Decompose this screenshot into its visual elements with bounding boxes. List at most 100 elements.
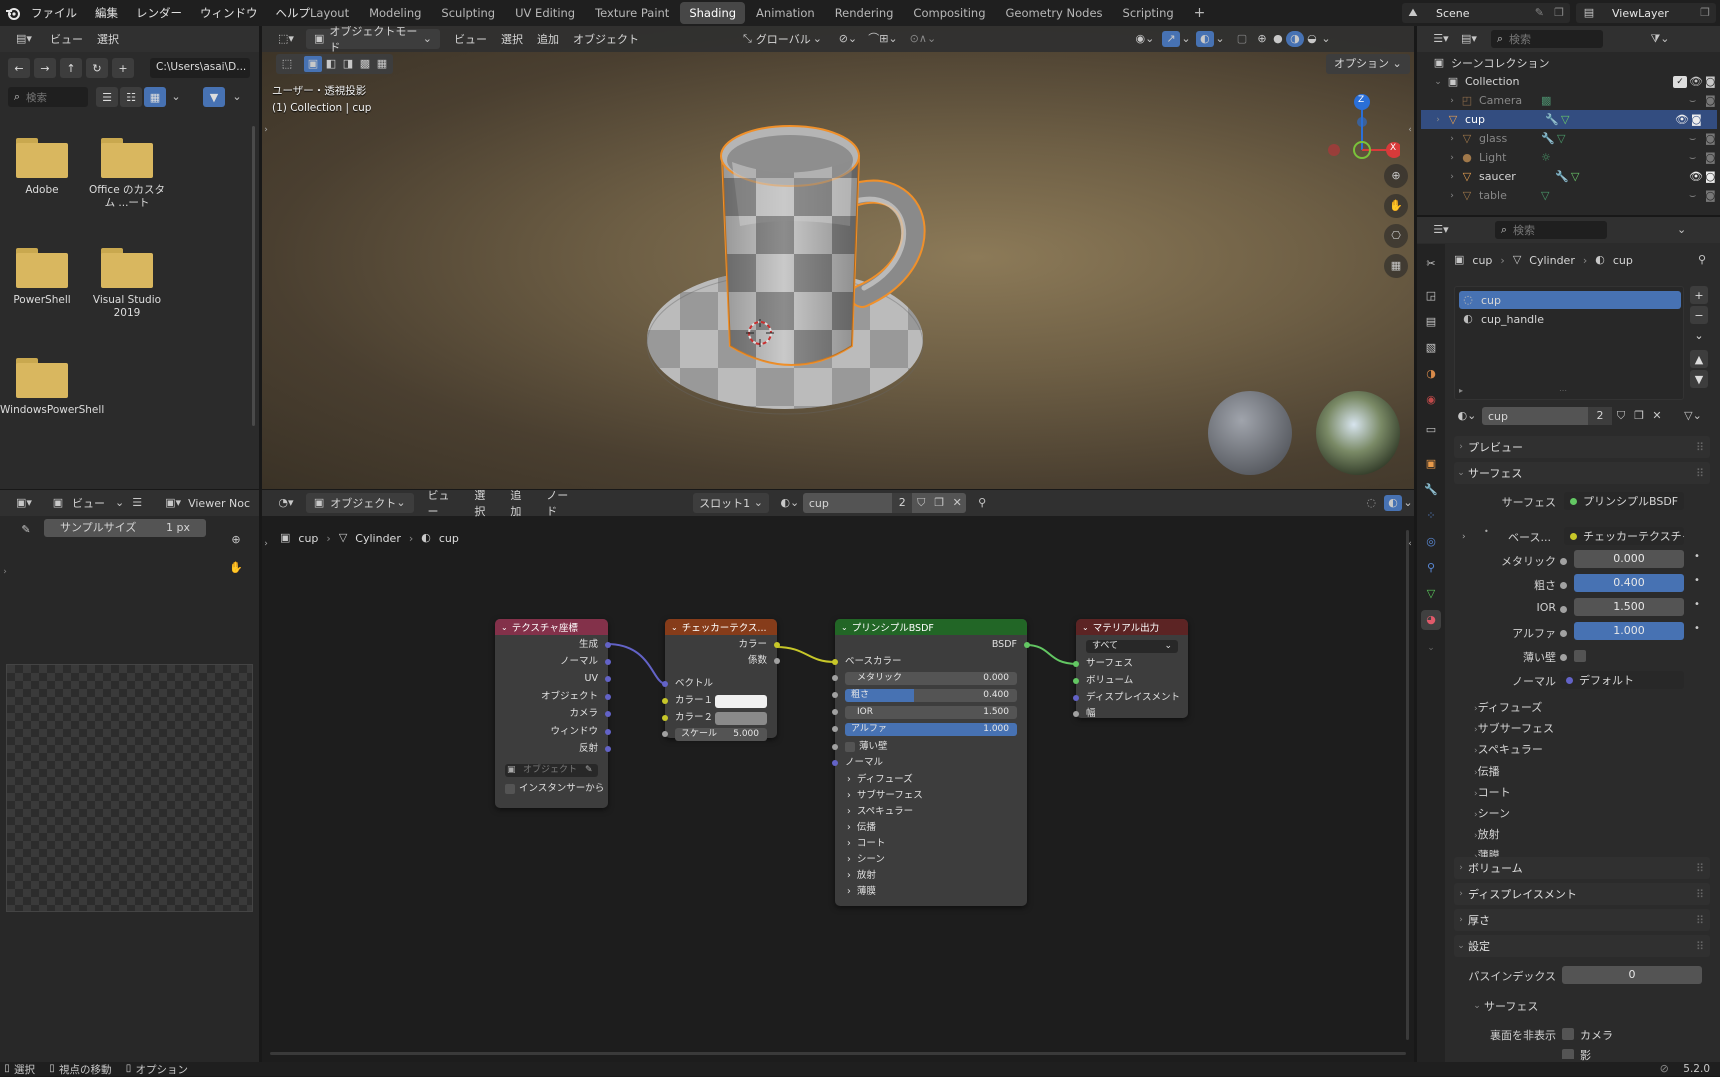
input-socket[interactable] [662, 681, 668, 687]
panel-specular[interactable]: › スペキュラー [847, 805, 913, 819]
list-vertical-icon[interactable]: ☰ [96, 87, 118, 107]
panel-subsurface[interactable]: › サブサーフェス [847, 789, 923, 803]
eye-icon[interactable]: 👁 [1689, 169, 1703, 185]
roughness-field[interactable]: 0.400 [1574, 574, 1684, 592]
input-socket[interactable] [662, 715, 668, 721]
input-socket[interactable] [832, 760, 838, 766]
image-browse-icon[interactable]: ▣▾ [162, 495, 184, 511]
camera-render-icon[interactable]: ◙ [1705, 188, 1716, 204]
input-socket[interactable] [832, 709, 838, 715]
scale-field[interactable]: スケール 5.000 [675, 728, 767, 741]
outliner-item-cup[interactable]: › ▽ cup 🔧 ▽ 👁 ◙ [1421, 110, 1717, 129]
input-socket[interactable] [1073, 678, 1079, 684]
menu-file[interactable]: ファイル [22, 5, 86, 21]
output-socket[interactable] [605, 659, 611, 665]
pan-hand-icon[interactable]: ✋ [228, 560, 244, 576]
vertical-scrollbar[interactable] [1406, 530, 1409, 1040]
backface-shadow-checkbox[interactable] [1562, 1049, 1574, 1059]
section-thickness[interactable]: › 厚さ ⠿ [1454, 909, 1710, 931]
constraints-tab-icon[interactable]: ⚲ [1423, 560, 1439, 576]
output-socket[interactable] [1024, 642, 1030, 648]
thumbnails-icon[interactable]: ▦ [144, 87, 166, 107]
data-tab-icon[interactable]: ▽ [1423, 586, 1439, 602]
tab-layout[interactable]: Layout [301, 2, 358, 24]
sidebar-toggle-icon[interactable]: › [0, 564, 10, 580]
move-up-icon[interactable]: ▲ [1690, 350, 1708, 368]
viewlayer-selector[interactable]: ▤ ViewLayer ❐ [1576, 3, 1716, 23]
viewer-node-name[interactable]: Viewer Noc [188, 497, 250, 510]
folder-item[interactable]: Adobe [0, 138, 84, 197]
fb-menu-select[interactable]: 選択 [97, 31, 119, 47]
texture-coordinate-node[interactable]: ⌄ テクスチャ座標 生成 ノーマル UV オブジェクト カメラ ウィンドウ 反射 … [495, 619, 611, 808]
parent-dir-icon[interactable]: ↑ [60, 58, 82, 78]
camera-view-icon[interactable]: ⎔ [1384, 224, 1408, 248]
keyframe-dot-icon[interactable]: • [1694, 623, 1700, 634]
socket-icon[interactable] [1560, 606, 1567, 613]
input-socket[interactable] [832, 675, 838, 681]
expand-icon[interactable]: › [1445, 172, 1459, 182]
output-socket[interactable] [605, 746, 611, 752]
image-canvas[interactable] [6, 664, 253, 912]
pin-icon[interactable]: ✎ [1535, 5, 1544, 21]
node-editor[interactable]: ◔▾ ▣ オブジェクト ⌄ ビュー 選択 追加 ノード スロット1 ⌄ ◐⌄ c… [262, 490, 1414, 1062]
instancer-checkbox[interactable] [505, 784, 515, 794]
modifier-tab-icon[interactable]: 🔧 [1423, 482, 1439, 498]
panel-transmission[interactable]: › 伝播 [847, 821, 876, 835]
tab-sculpting[interactable]: Sculpting [432, 2, 504, 24]
node-header[interactable]: ⌄ マテリアル出力 [1076, 619, 1188, 635]
ie-menu-view[interactable]: ビュー [72, 495, 105, 511]
image-mode-icon[interactable]: ▣ [44, 495, 72, 511]
socket-icon[interactable] [1560, 558, 1567, 565]
hamburger-icon[interactable]: ☰ [132, 495, 142, 511]
socket-icon[interactable] [1560, 582, 1567, 589]
input-socket[interactable] [1073, 711, 1079, 717]
output-socket[interactable] [774, 658, 780, 664]
fb-scrollbar[interactable] [252, 126, 255, 426]
alpha-field[interactable]: アルファ 1.000 [845, 723, 1017, 736]
move-down-icon[interactable]: ▼ [1690, 370, 1708, 388]
expand-icon[interactable]: › [1462, 529, 1466, 545]
forward-arrow-icon[interactable]: → [34, 58, 56, 78]
output-socket[interactable] [605, 642, 611, 648]
eyedropper-icon[interactable]: ✎ [18, 522, 34, 538]
material-output-node[interactable]: ⌄ マテリアル出力 すべて ⌄ サーフェス ボリューム ディスプレイスメント 幅 [1073, 619, 1188, 719]
pan-hand-icon[interactable]: ✋ [1384, 194, 1408, 218]
output-socket[interactable] [605, 711, 611, 717]
input-socket[interactable] [662, 698, 668, 704]
panel-thin-film[interactable]: › 薄膜 [847, 885, 876, 899]
exclude-checkbox[interactable]: ✓ [1673, 75, 1687, 88]
material-name-field[interactable]: cup 2 [1482, 407, 1612, 425]
camera-render-icon[interactable]: ◙ [1705, 131, 1716, 147]
camera-render-icon[interactable]: ◙ [1705, 74, 1716, 90]
camera-render-icon[interactable]: ◙ [1691, 112, 1702, 128]
material-tab-icon[interactable]: ◕ [1421, 610, 1441, 630]
horizontal-scrollbar[interactable] [270, 1052, 1406, 1055]
input-socket[interactable] [1073, 695, 1079, 701]
viewport-3d[interactable]: ⬚▾ ▣ オブジェクトモード ⌄ ビュー 選択 追加 オブジェクト ⤡ グローバ… [262, 26, 1414, 489]
expand-icon[interactable]: ⌄ [1431, 77, 1445, 87]
section-surface[interactable]: ⌄ サーフェス ⠿ [1454, 462, 1710, 484]
remove-slot-button[interactable]: − [1690, 306, 1708, 324]
path-field[interactable]: C:\Users\asai\D... [150, 58, 250, 78]
link-dropdown-icon[interactable]: ▽⌄ [1680, 408, 1706, 424]
refresh-icon[interactable]: ↻ [86, 58, 108, 78]
expand-icon[interactable]: › [1431, 115, 1445, 125]
toolbar-toggle-icon[interactable]: › [262, 122, 270, 138]
fake-user-icon[interactable]: ⛉ [1612, 408, 1630, 424]
output-socket[interactable] [605, 694, 611, 700]
world-tab-icon[interactable]: ◉ [1423, 392, 1439, 408]
user-count[interactable]: 2 [1588, 407, 1612, 425]
socket-icon[interactable] [1560, 654, 1567, 661]
new-viewlayer-icon[interactable]: ❐ [1700, 5, 1710, 21]
tab-scripting[interactable]: Scripting [1114, 2, 1183, 24]
metallic-field[interactable]: 0.000 [1574, 550, 1684, 568]
slot-item-cup[interactable]: ◌ cup [1459, 291, 1681, 309]
folder-item[interactable]: PowerShell [0, 248, 84, 307]
folder-item[interactable]: WindowsPowerShell [0, 358, 104, 417]
scene-render[interactable] [262, 26, 1414, 489]
new-scene-icon[interactable]: ❐ [1554, 5, 1564, 21]
normal-field[interactable]: デフォルト [1560, 671, 1684, 689]
panel-coat[interactable]: › コート [847, 837, 885, 851]
socket-icon[interactable] [1560, 630, 1567, 637]
scene-collection-row[interactable]: ▣ シーンコレクション [1431, 53, 1711, 72]
